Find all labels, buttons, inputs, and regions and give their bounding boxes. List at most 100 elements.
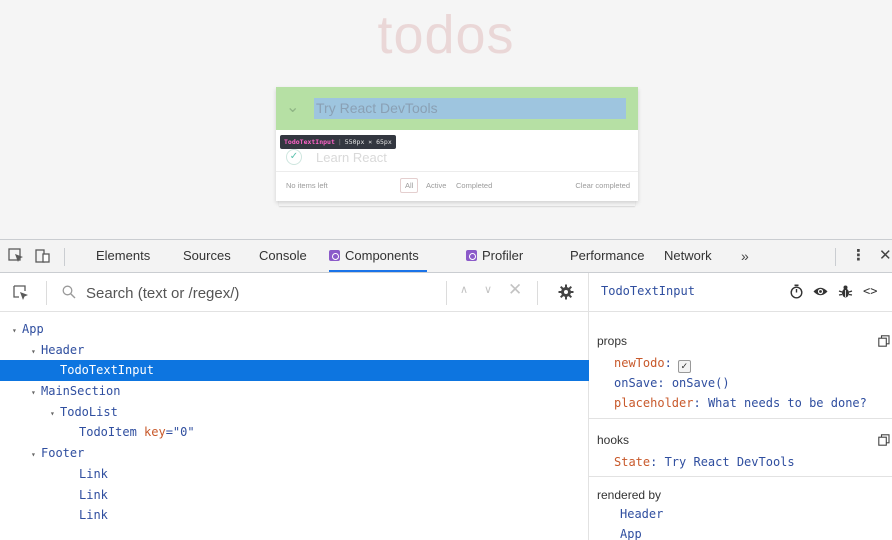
search-icon <box>62 285 76 299</box>
view-source-icon[interactable]: <> <box>863 284 878 299</box>
filter-completed-link[interactable]: Completed <box>456 181 492 190</box>
tree-node-label: Header <box>41 342 85 357</box>
tab-elements[interactable]: Elements <box>96 240 150 272</box>
collapse-arrow-icon[interactable]: ▾ <box>31 383 41 404</box>
component-tree: ▾ App ▾ Header TodoTextInput ▾ MainSection … <box>0 319 589 526</box>
chevron-down-icon[interactable]: ∨ <box>484 283 492 296</box>
tab-performance[interactable]: Performance <box>570 240 644 272</box>
tree-node-mainsection[interactable]: ▾ MainSection <box>0 381 589 402</box>
react-icon <box>466 250 477 261</box>
props-title: props <box>597 334 628 348</box>
todo-app-card: ⌄ Try React DevTools TodoTextInput | 550px… <box>276 87 638 201</box>
more-options-icon[interactable]: ⋮ <box>851 240 866 272</box>
items-left-count: No items left <box>286 181 328 190</box>
tree-node-label: App <box>22 322 44 336</box>
search-divider <box>446 281 447 305</box>
filter-active-link[interactable]: Active <box>426 181 446 190</box>
tree-node-label: Link <box>79 466 108 481</box>
rendered-by-app[interactable]: App <box>620 527 642 540</box>
selected-component-name: TodoTextInput <box>601 284 695 298</box>
tree-node-todolist[interactable]: ▾ TodoList <box>0 402 589 423</box>
more-tabs-button[interactable]: » <box>741 240 749 272</box>
todo-item-text: Learn React <box>316 150 387 165</box>
stopwatch-icon[interactable] <box>789 284 804 299</box>
todos-heading: todos <box>377 5 515 65</box>
collapse-arrow-icon[interactable]: ▾ <box>50 404 60 425</box>
tab-divider <box>835 248 836 266</box>
hook-separator: : <box>650 455 665 469</box>
props-section: props newTodo: ✓ onSave: onSave() placeho… <box>589 312 892 419</box>
tree-node-link[interactable]: Link <box>0 464 589 485</box>
todo-checkbox-icon[interactable]: ✓ <box>286 149 302 165</box>
tree-node-label: TodoTextInput <box>60 363 154 378</box>
toggle-all-chevron-icon[interactable]: ⌄ <box>286 97 299 117</box>
prop-separator: : <box>657 376 672 390</box>
hook-value: Try React DevTools <box>664 455 795 469</box>
prop-key: newTodo <box>614 356 665 370</box>
eye-icon[interactable] <box>813 284 828 299</box>
prop-value: onSave() <box>671 376 730 390</box>
copy-icon[interactable] <box>878 334 890 347</box>
tab-sources[interactable]: Sources <box>183 240 231 272</box>
tree-node-key-value: ="0" <box>165 425 195 440</box>
chevron-up-icon[interactable]: ∧ <box>460 283 468 296</box>
tree-node-label: MainSection <box>41 384 121 399</box>
tree-node-header[interactable]: ▾ Header <box>0 340 589 361</box>
bug-icon[interactable] <box>838 284 853 299</box>
tree-node-todotextinput[interactable]: TodoTextInput <box>0 360 589 382</box>
tab-network[interactable]: Network <box>664 240 712 272</box>
copy-icon[interactable] <box>878 433 890 446</box>
todo-footer: No items left All Active Completed Clear… <box>276 171 638 197</box>
tree-node-todoitem[interactable]: TodoItem key="0" <box>0 422 589 443</box>
inspect-element-icon[interactable] <box>8 248 25 264</box>
inspector-header: TodoTextInput <> <box>589 273 892 312</box>
tree-node-label: TodoItem <box>79 425 137 440</box>
close-icon[interactable]: ✕ <box>879 240 892 272</box>
tab-console[interactable]: Console <box>259 240 307 272</box>
prop-onsave[interactable]: onSave: onSave() <box>614 376 730 390</box>
tab-divider <box>64 248 65 266</box>
collapse-arrow-icon[interactable]: ▾ <box>12 321 22 342</box>
rendered-by-header[interactable]: Header <box>620 507 663 521</box>
search-input[interactable] <box>86 282 436 304</box>
rendered-by-section: rendered by Header App <box>589 477 892 540</box>
collapse-arrow-icon[interactable]: ▾ <box>31 342 41 363</box>
prop-key: placeholder <box>614 396 694 410</box>
prop-separator: : <box>693 396 708 410</box>
settings-gear-icon[interactable] <box>558 284 574 300</box>
tree-node-label: Link <box>79 508 108 523</box>
hook-key: State <box>614 455 651 469</box>
hook-state[interactable]: State: Try React DevTools <box>614 455 795 469</box>
hooks-section: hooks State: Try React DevTools <box>589 419 892 477</box>
page-preview: todos ⌄ Try React DevTools TodoTextInput… <box>0 0 892 239</box>
tree-node-key-attr: key <box>136 425 166 440</box>
tree-node-label: Link <box>79 487 108 502</box>
props-inspector-panel: TodoTextInput <> props newTodo: ✓ onSave:… <box>589 273 892 540</box>
prop-placeholder[interactable]: placeholder: What needs to be done? <box>614 396 867 410</box>
search-divider <box>46 281 47 305</box>
tree-node-link[interactable]: Link <box>0 485 589 506</box>
devtools-tab-bar: Elements Sources Console Components Prof… <box>0 239 892 273</box>
filter-all-link[interactable]: All <box>400 178 419 193</box>
tree-node-link[interactable]: Link <box>0 505 589 526</box>
prop-checkbox[interactable]: ✓ <box>677 360 691 373</box>
prop-key: onSave <box>614 376 658 390</box>
tree-search-bar: ∧ ∨ ✕ <box>0 273 589 312</box>
prop-separator: : <box>664 356 672 370</box>
device-toolbar-icon[interactable] <box>34 248 51 264</box>
collapse-arrow-icon[interactable]: ▾ <box>31 445 41 466</box>
tab-components[interactable]: Components <box>329 240 427 272</box>
todo-input-highlight[interactable]: ⌄ Try React DevTools <box>276 87 638 130</box>
todo-input-value[interactable]: Try React DevTools <box>316 100 438 116</box>
prop-newtodo[interactable]: newTodo: ✓ <box>614 356 691 373</box>
prop-value: What needs to be done? <box>707 396 867 410</box>
clear-completed-button[interactable]: Clear completed <box>575 181 630 190</box>
tree-node-footer[interactable]: ▾ Footer <box>0 443 589 464</box>
select-element-icon[interactable] <box>12 284 30 302</box>
tree-node-app[interactable]: ▾ App <box>0 319 589 340</box>
tab-components-label: Components <box>345 248 419 263</box>
search-divider <box>537 281 538 305</box>
tab-profiler[interactable]: Profiler <box>466 240 523 272</box>
clear-search-icon[interactable]: ✕ <box>508 280 522 300</box>
todo-item[interactable]: ✓ Learn React <box>276 145 638 170</box>
